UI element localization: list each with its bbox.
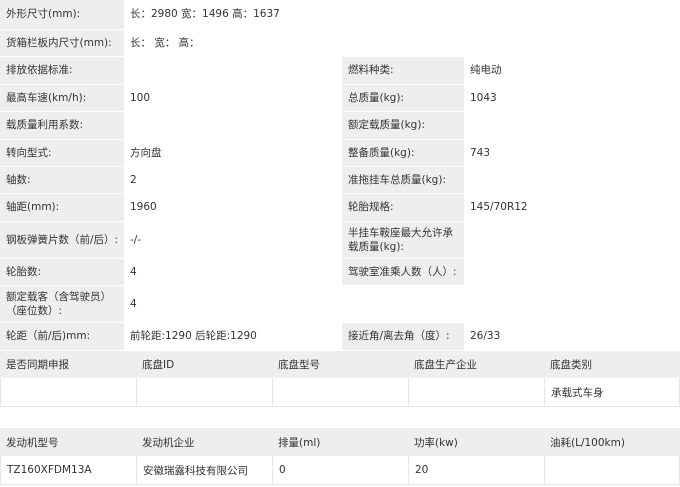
spec-value	[464, 259, 680, 285]
table-cell	[408, 378, 544, 407]
spec-label: 轮胎数:	[0, 259, 124, 285]
spec-value	[464, 112, 680, 139]
spec-label: 货箱栏板内尺寸(mm):	[0, 30, 124, 56]
spec-row: 转向型式: 方向盘 整备质量(kg): 743	[0, 140, 680, 167]
spec-label: 排放依据标准:	[0, 57, 124, 84]
spec-value: 4	[124, 259, 342, 285]
engine-table-row: TZ160XFDM13A 安徽瑞露科技有限公司 0 20	[0, 456, 680, 485]
spec-label: 接近角/离去角（度）:	[342, 323, 464, 350]
spec-label: 最高车速(km/h):	[0, 85, 124, 111]
spec-value: 长： 宽： 高：	[124, 30, 680, 56]
spec-label: 轮距（前/后)mm:	[0, 323, 124, 350]
spec-value	[464, 222, 680, 258]
spec-row: 最高车速(km/h): 100 总质量(kg): 1043	[0, 85, 680, 112]
spec-value: 4	[124, 286, 680, 322]
table-cell	[272, 378, 408, 407]
spec-label: 燃料种类:	[342, 57, 464, 84]
spec-value: 1043	[464, 85, 680, 111]
spec-row: 轮距（前/后)mm: 前轮距:1290 后轮距:1290 接近角/离去角（度）:…	[0, 323, 680, 351]
spec-value	[464, 167, 680, 193]
table-cell: 20	[408, 456, 544, 485]
spec-label: 轴数:	[0, 167, 124, 193]
spec-label: 钢板弹簧片数（前/后）:	[0, 222, 124, 258]
column-header: 排量(ml)	[272, 428, 408, 456]
column-header: 发动机型号	[0, 428, 136, 456]
spec-value: 2	[124, 167, 342, 193]
table-cell: 安徽瑞露科技有限公司	[136, 456, 272, 485]
spec-row-passenger-seats: 额定载客（含驾驶员）（座位数）: 4	[0, 286, 680, 323]
spec-row: 轴数: 2 准拖挂车总质量(kg):	[0, 167, 680, 194]
column-header: 油耗(L/100km)	[544, 428, 680, 456]
table-cell	[136, 378, 272, 407]
spec-row-dimensions: 外形尺寸(mm): 长：2980 宽：1496 高：1637	[0, 0, 680, 30]
table-cell: TZ160XFDM13A	[0, 456, 136, 485]
spec-row: 轮胎数: 4 驾驶室准乘人数（人）:	[0, 259, 680, 286]
spec-value: -/-	[124, 222, 342, 258]
column-header: 底盘ID	[136, 351, 272, 378]
spec-value: 100	[124, 85, 342, 111]
column-header: 功率(kw)	[408, 428, 544, 456]
spec-value: 前轮距:1290 后轮距:1290	[124, 323, 342, 350]
column-header: 发动机企业	[136, 428, 272, 456]
spec-value: 长：2980 宽：1496 高：1637	[124, 0, 680, 29]
spec-value: 743	[464, 140, 680, 166]
chassis-table-row: 承载式车身	[0, 378, 680, 407]
column-header: 底盘生产企业	[408, 351, 544, 378]
spec-label: 轮胎规格:	[342, 194, 464, 221]
spec-label: 准拖挂车总质量(kg):	[342, 167, 464, 193]
spec-row: 轴距(mm): 1960 轮胎规格: 145/70R12	[0, 194, 680, 222]
table-cell	[544, 456, 680, 485]
spec-label: 驾驶室准乘人数（人）:	[342, 259, 464, 285]
column-header: 底盘类别	[544, 351, 680, 378]
spec-row: 钢板弹簧片数（前/后）: -/- 半挂车鞍座最大允许承载质量(kg):	[0, 222, 680, 259]
spec-label: 整备质量(kg):	[342, 140, 464, 166]
spec-row: 载质量利用系数: 额定载质量(kg):	[0, 112, 680, 140]
spec-value: 纯电动	[464, 57, 680, 84]
spec-value	[124, 112, 342, 139]
spec-value	[124, 57, 342, 84]
spec-label: 额定载质量(kg):	[342, 112, 464, 139]
column-header: 底盘型号	[272, 351, 408, 378]
chassis-table-header: 是否同期申报 底盘ID 底盘型号 底盘生产企业 底盘类别	[0, 351, 680, 378]
spec-label: 轴距(mm):	[0, 194, 124, 221]
column-header: 是否同期申报	[0, 351, 136, 378]
spec-label: 载质量利用系数:	[0, 112, 124, 139]
spec-value: 26/33	[464, 323, 680, 350]
spec-label: 总质量(kg):	[342, 85, 464, 111]
spec-label: 额定载客（含驾驶员）（座位数）:	[0, 286, 124, 322]
table-cell: 0	[272, 456, 408, 485]
spec-value: 1960	[124, 194, 342, 221]
vehicle-spec-table: 外形尺寸(mm): 长：2980 宽：1496 高：1637 货箱栏板内尺寸(m…	[0, 0, 680, 351]
spec-row-cargo-box: 货箱栏板内尺寸(mm): 长： 宽： 高：	[0, 30, 680, 57]
table-cell: 承载式车身	[544, 378, 680, 407]
spec-label: 半挂车鞍座最大允许承载质量(kg):	[342, 222, 464, 258]
table-cell	[0, 378, 136, 407]
spec-row: 排放依据标准: 燃料种类: 纯电动	[0, 57, 680, 85]
spec-label: 转向型式:	[0, 140, 124, 166]
spec-value: 方向盘	[124, 140, 342, 166]
spec-label: 外形尺寸(mm):	[0, 0, 124, 29]
engine-table-header: 发动机型号 发动机企业 排量(ml) 功率(kw) 油耗(L/100km)	[0, 428, 680, 456]
spec-value: 145/70R12	[464, 194, 680, 221]
